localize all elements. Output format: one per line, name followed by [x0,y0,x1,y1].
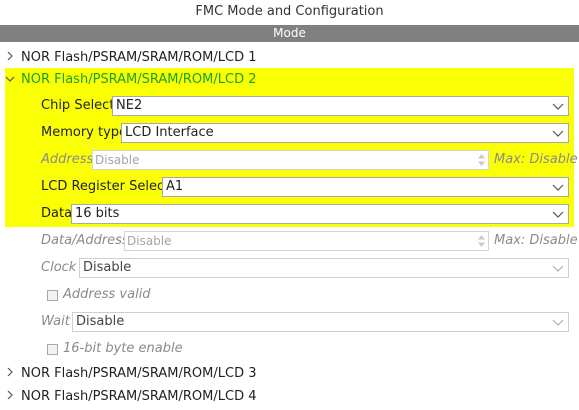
chevron-down-icon [552,178,564,196]
data-address-spinner: Disable [124,231,489,251]
memory-type-dropdown[interactable]: LCD Interface [121,123,569,143]
wait-label: Wait [41,314,70,329]
chevron-right-icon[interactable] [4,387,16,407]
memory-type-label: Memory type [41,125,128,140]
data-label: Data [41,206,73,221]
clock-dropdown: Disable [79,258,569,278]
tree-node-nor-4[interactable]: NOR Flash/PSRAM/SRAM/ROM/LCD 4 [0,387,300,407]
chevron-right-icon[interactable] [4,48,16,68]
data-dropdown[interactable]: 16 bits [71,204,569,224]
address-valid-label: Address valid [63,287,151,302]
chevron-down-icon[interactable] [4,70,16,90]
chip-select-value: NE2 [116,98,143,113]
byte-enable-checkbox [47,344,58,355]
tree-node-label: NOR Flash/PSRAM/SRAM/ROM/LCD 1 [21,50,257,65]
address-spinner: Disable [92,150,489,170]
tree-node-nor-1[interactable]: NOR Flash/PSRAM/SRAM/ROM/LCD 1 [0,48,300,68]
byte-enable-label: 16-bit byte enable [63,341,183,356]
chevron-down-icon [552,259,564,277]
spinner-arrows-icon [477,234,486,248]
tree-node-label: NOR Flash/PSRAM/SRAM/ROM/LCD 4 [21,389,257,404]
window-title: FMC Mode and Configuration [195,4,384,19]
spinner-arrows-icon [477,153,486,167]
data-address-max-label: Max: Disable [494,233,578,248]
mode-header: Mode [0,25,579,42]
chevron-down-icon [552,205,564,223]
lcd-register-select-dropdown[interactable]: A1 [162,177,569,197]
memory-type-value: LCD Interface [125,125,214,140]
wait-value: Disable [76,314,125,329]
lcd-register-select-value: A1 [166,179,184,194]
tree-node-nor-3[interactable]: NOR Flash/PSRAM/SRAM/ROM/LCD 3 [0,364,300,384]
address-label: Address [41,152,94,167]
chip-select-label: Chip Select [41,98,115,113]
address-valid-checkbox [47,290,58,301]
chevron-down-icon [552,124,564,142]
tree-node-label: NOR Flash/PSRAM/SRAM/ROM/LCD 3 [21,366,257,381]
data-address-label: Data/Address [41,233,129,248]
chevron-down-icon [552,97,564,115]
chevron-right-icon[interactable] [4,364,16,384]
chip-select-dropdown[interactable]: NE2 [112,96,569,116]
clock-value: Disable [83,260,132,275]
tree-node-nor-2[interactable]: NOR Flash/PSRAM/SRAM/ROM/LCD 2 [0,70,300,90]
lcd-register-select-label: LCD Register Select [41,179,170,194]
tree-node-label: NOR Flash/PSRAM/SRAM/ROM/LCD 2 [21,72,257,87]
wait-dropdown: Disable [72,312,569,332]
address-value: Disable [95,153,140,167]
chevron-down-icon [552,313,564,331]
address-max-label: Max: Disable [494,152,578,167]
data-address-value: Disable [127,234,172,248]
data-value: 16 bits [75,206,120,221]
clock-label: Clock [41,260,77,275]
